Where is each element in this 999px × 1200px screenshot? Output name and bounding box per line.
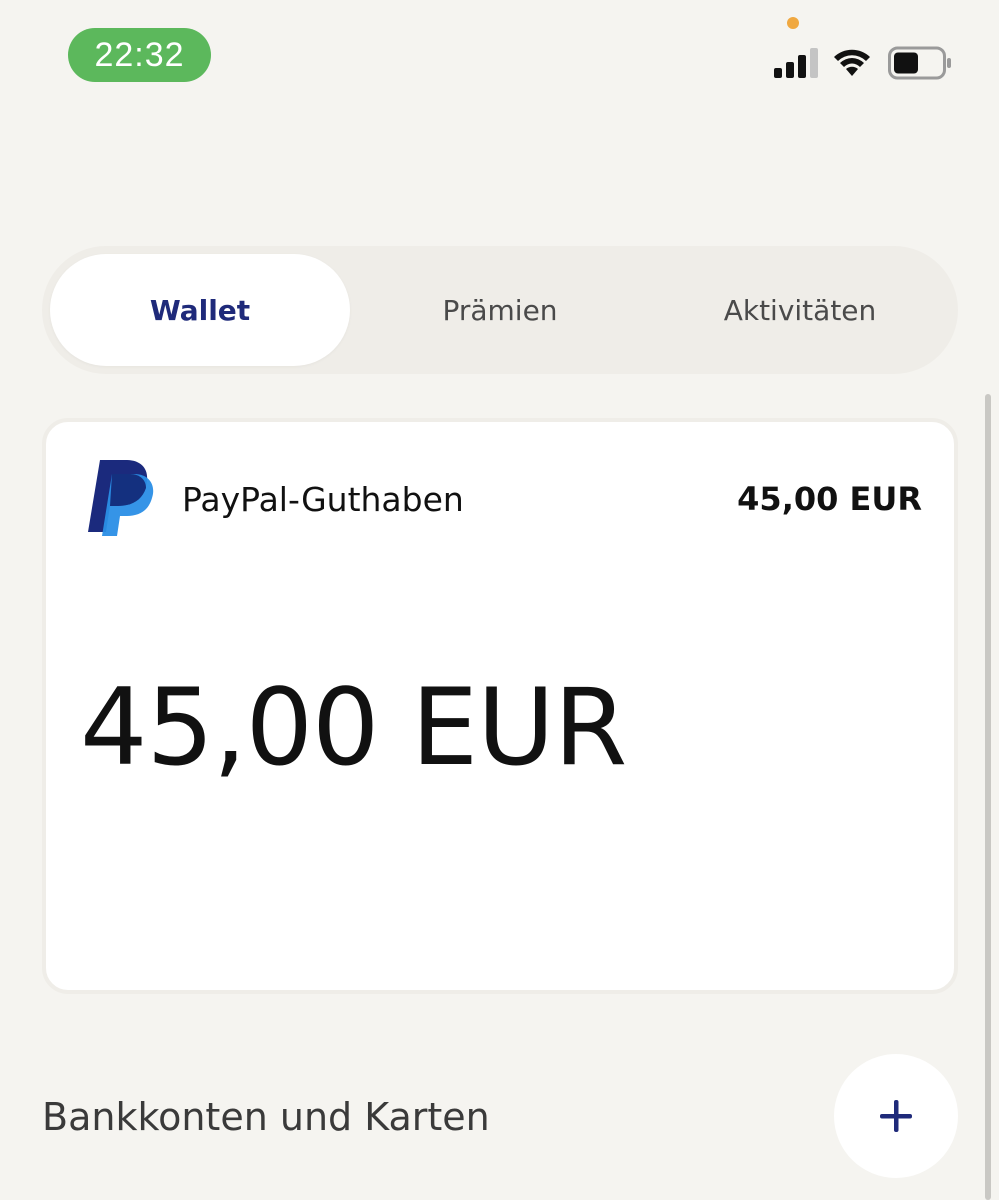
- add-bank-or-card-button[interactable]: [834, 1054, 958, 1178]
- balance-amount-small: 45,00 EUR: [737, 480, 922, 518]
- balance-amount-large: 45,00 EUR: [80, 666, 627, 789]
- tab-wallet[interactable]: Wallet: [50, 254, 350, 366]
- balance-card-title: PayPal-Guthaben: [182, 480, 464, 519]
- tab-praemien[interactable]: Prämien: [350, 254, 650, 366]
- scrollbar[interactable]: [985, 394, 991, 1200]
- battery-icon: [888, 46, 951, 80]
- paypal-logo-icon: [88, 460, 154, 536]
- paypal-balance-card[interactable]: PayPal-Guthaben 45,00 EUR 45,00 EUR: [42, 418, 958, 994]
- wifi-icon: [834, 49, 870, 76]
- privacy-indicator-dot: [787, 17, 799, 29]
- bank-accounts-heading: Bankkonten und Karten: [42, 1095, 490, 1139]
- signal-icon: [774, 48, 818, 78]
- plus-icon: [880, 1100, 912, 1132]
- segmented-tab-bar: Wallet Prämien Aktivitäten: [42, 246, 958, 374]
- status-time: 22:32: [68, 28, 211, 82]
- tab-aktivitaeten[interactable]: Aktivitäten: [650, 254, 950, 366]
